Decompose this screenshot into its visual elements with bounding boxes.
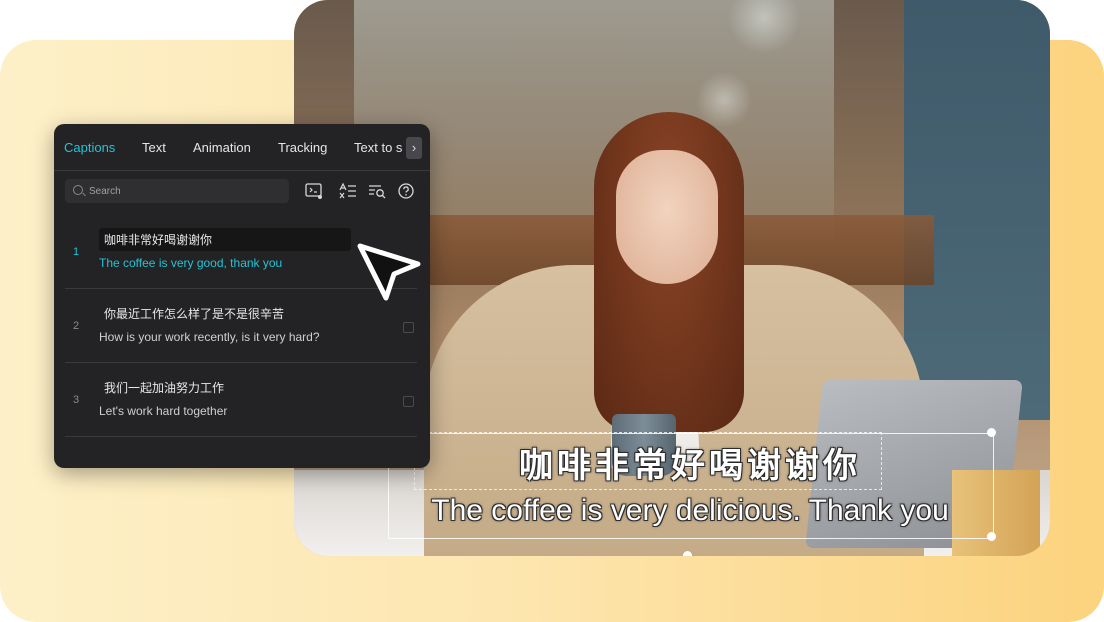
pointer-cursor-icon (357, 243, 421, 301)
help-icon[interactable] (396, 182, 416, 200)
resize-handle-top-right[interactable] (987, 428, 996, 437)
resize-handle-bottom-right[interactable] (987, 532, 996, 541)
auto-caption-icon[interactable] (304, 182, 324, 200)
tab-bar: Captions Text Animation Tracking Text to… (54, 124, 430, 171)
caption-translation-text[interactable]: The coffee is very good, thank you (99, 256, 282, 270)
caption-original-text[interactable]: 你最近工作怎么样了是不是很辛苦 (99, 302, 289, 325)
tab-tracking[interactable]: Tracking (278, 140, 327, 155)
caption-original-text[interactable]: 我们一起加油努力工作 (99, 376, 229, 399)
chevron-right-icon[interactable]: › (406, 137, 422, 159)
search-input[interactable] (87, 182, 287, 200)
scene-wall (904, 0, 1050, 420)
subtitle-chinese: 咖啡非常好喝谢谢你 (519, 447, 861, 485)
caption-original-text[interactable]: 咖啡非常好喝谢谢你 (99, 228, 351, 251)
tab-text[interactable]: Text (142, 140, 166, 155)
subtitle-english: The coffee is very delicious. Thank you (431, 494, 949, 527)
tab-text-to-speech[interactable]: Text to s (354, 140, 402, 155)
resize-handle-bottom-center[interactable] (683, 551, 692, 556)
person-face (616, 150, 718, 284)
caption-translation-text[interactable]: How is your work recently, is it very ha… (99, 330, 320, 344)
caption-row-3[interactable]: 3 我们一起加油努力工作 Let's work hard together (65, 362, 417, 437)
text-format-icon[interactable] (338, 182, 358, 200)
search-box[interactable] (65, 179, 289, 203)
caption-options-icon[interactable] (403, 322, 414, 333)
caption-index: 1 (72, 246, 80, 258)
caption-translation-text[interactable]: Let's work hard together (99, 404, 227, 418)
caption-options-icon[interactable] (403, 396, 414, 407)
tab-captions[interactable]: Captions (64, 140, 115, 155)
find-replace-icon[interactable] (367, 182, 387, 200)
caption-index: 3 (72, 394, 80, 406)
tab-animation[interactable]: Animation (193, 140, 251, 155)
search-icon (73, 185, 83, 195)
caption-index: 2 (72, 320, 80, 332)
